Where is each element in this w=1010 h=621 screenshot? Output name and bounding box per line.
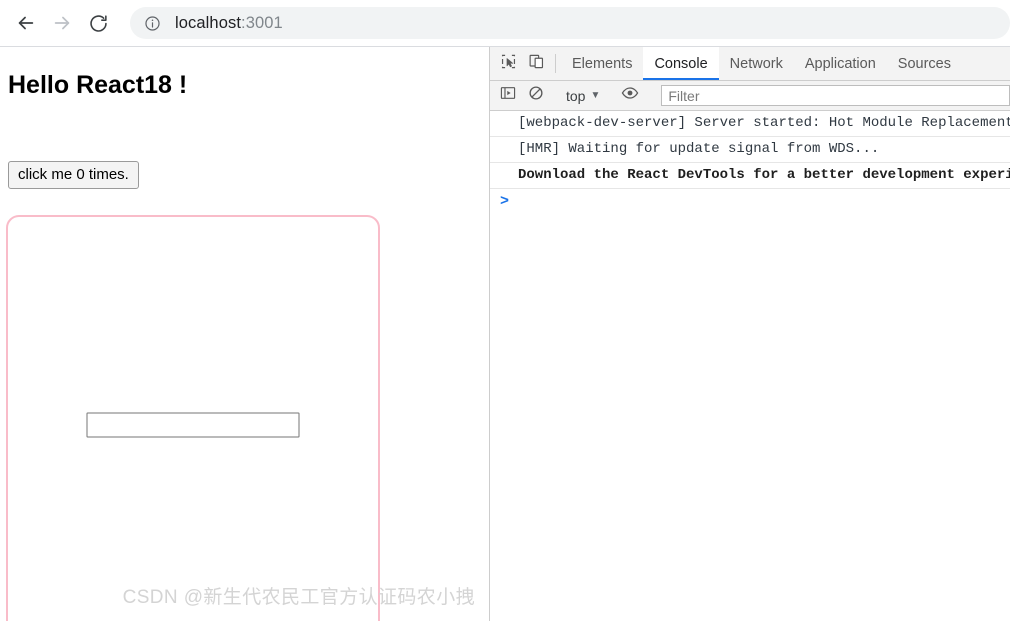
toolbar-divider — [555, 54, 556, 73]
console-message: Download the React DevTools for a better… — [490, 163, 1010, 189]
page-viewport: Hello React18 ! click me 0 times. CSDN @… — [0, 47, 489, 621]
browser-window: localhost:3001 Hello React18 ! click me … — [0, 0, 1010, 621]
clear-console-icon — [528, 85, 544, 106]
eye-icon — [621, 84, 639, 107]
browser-toolbar: localhost:3001 — [0, 0, 1010, 47]
inspect-element-button[interactable] — [494, 47, 522, 80]
devtools-panel: Elements Console Network Application Sou… — [489, 47, 1010, 621]
page-title: Hello React18 ! — [8, 71, 188, 99]
console-sidebar-icon — [500, 85, 516, 106]
prompt-chevron-icon: > — [500, 193, 510, 210]
console-filter-input[interactable] — [661, 85, 1010, 106]
arrow-left-icon — [15, 12, 37, 34]
inspect-element-icon — [500, 53, 517, 75]
console-output: [webpack-dev-server] Server started: Hot… — [490, 111, 1010, 217]
reload-icon — [88, 13, 109, 34]
chevron-down-icon: ▼ — [590, 90, 601, 101]
forward-button[interactable] — [44, 5, 80, 41]
tab-label: Elements — [572, 55, 633, 72]
tab-label: Sources — [897, 55, 951, 72]
url-host: localhost — [175, 13, 242, 32]
tab-console[interactable]: Console — [643, 47, 719, 80]
live-expression-button[interactable] — [616, 84, 644, 107]
tab-elements[interactable]: Elements — [561, 47, 643, 80]
pink-bordered-panel — [6, 215, 380, 621]
console-message: [HMR] Waiting for update signal from WDS… — [490, 137, 1010, 163]
console-context-selector[interactable]: top ▼ — [561, 88, 605, 104]
console-input-prompt[interactable]: > — [490, 189, 1010, 217]
clear-console-button[interactable] — [522, 85, 550, 106]
back-button[interactable] — [8, 5, 44, 41]
tab-label: Console — [654, 55, 708, 72]
address-bar-url: localhost:3001 — [175, 14, 283, 33]
device-toolbar-button[interactable] — [522, 47, 550, 80]
console-sidebar-button[interactable] — [494, 85, 522, 106]
info-circle-icon[interactable] — [144, 15, 161, 32]
click-counter-button[interactable]: click me 0 times. — [8, 161, 139, 189]
console-message: [webpack-dev-server] Server started: Hot… — [490, 111, 1010, 137]
tab-sources[interactable]: Sources — [887, 47, 962, 80]
text-input[interactable] — [86, 412, 300, 437]
console-filter-bar: top ▼ — [490, 81, 1010, 111]
tab-application[interactable]: Application — [794, 47, 887, 80]
tab-network[interactable]: Network — [719, 47, 794, 80]
arrow-right-icon — [51, 12, 73, 34]
context-label: top — [566, 87, 586, 104]
devtools-tabbar: Elements Console Network Application Sou… — [490, 47, 1010, 81]
tab-label: Network — [729, 55, 783, 72]
reload-button[interactable] — [80, 5, 116, 41]
tab-label: Application — [804, 55, 876, 72]
address-bar[interactable]: localhost:3001 — [130, 7, 1010, 39]
device-toolbar-icon — [528, 53, 545, 75]
url-port: :3001 — [241, 13, 283, 32]
